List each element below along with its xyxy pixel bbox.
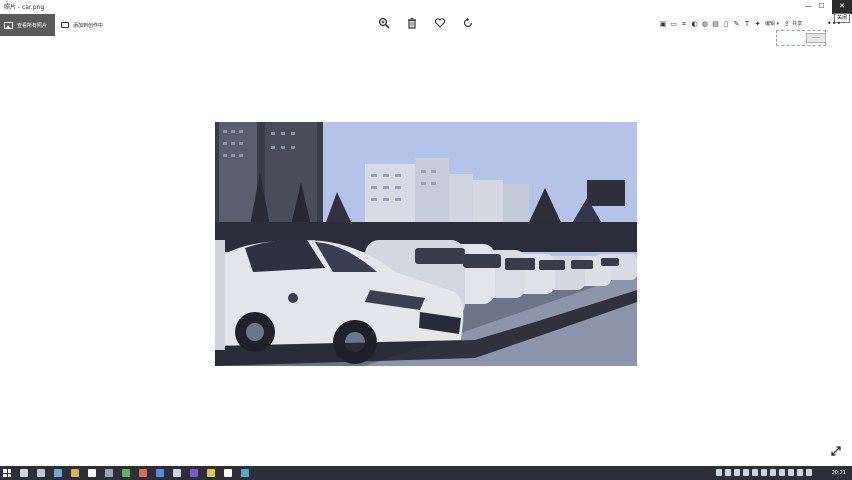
edit-label: 编辑 — [765, 21, 776, 27]
start-button[interactable] — [3, 469, 11, 477]
add-to-creation-button[interactable]: 添加到创作中 — [58, 14, 103, 36]
title-bar: 照片 - car.png — ☐ ✕ — [0, 0, 852, 14]
delete-button[interactable] — [405, 17, 419, 31]
tray-icon[interactable] — [725, 469, 731, 476]
edit-menu[interactable]: 编辑 ▾ — [763, 18, 781, 30]
add-to-creation-label: 添加到创作中 — [73, 22, 104, 29]
windows-logo-tile — [7, 469, 11, 473]
battery-icon[interactable]: ▯ — [721, 18, 731, 30]
photos-app-window: 照片 - car.png — ☐ ✕ 关闭 查看所有照片 添加到创作中 ▣ ▭ … — [0, 0, 852, 480]
share-label[interactable]: 共享 — [792, 18, 802, 30]
volume-icon[interactable] — [797, 469, 803, 476]
tray-icon[interactable] — [761, 469, 767, 476]
draw-icon[interactable]: ✎ — [732, 18, 742, 30]
image-icon[interactable]: ▤ — [711, 18, 721, 30]
minimize-button[interactable]: — — [802, 0, 815, 13]
tray-icon[interactable] — [734, 469, 740, 476]
compare-icon[interactable]: ▭ — [669, 18, 679, 30]
mail-taskbar-icon[interactable] — [88, 469, 96, 477]
taskbar-clock[interactable]: 20:21 — [832, 468, 846, 478]
text-icon[interactable]: T — [742, 18, 752, 30]
chevron-down-icon: ▾ — [775, 21, 780, 27]
favorite-button[interactable] — [433, 17, 447, 31]
window-title: 照片 - car.png — [4, 4, 45, 11]
car-photo-image — [215, 122, 637, 366]
ellipsis-icon: ••• — [827, 19, 842, 28]
tray-icon[interactable] — [779, 469, 785, 476]
share-icon[interactable]: ⇪ — [782, 18, 792, 30]
tray-icon[interactable] — [743, 469, 749, 476]
filter-icon[interactable]: ◍ — [700, 18, 710, 30]
app-taskbar-icon[interactable] — [139, 469, 147, 477]
system-tray — [716, 469, 812, 477]
expand-icon — [831, 446, 841, 456]
toolbar: 查看所有照片 添加到创作中 ▣ ▭ ⌗ ◐ ◍ ▤ ▯ ✎ T ✦ 编辑 ▾ ⇪… — [0, 14, 852, 36]
photos-taskbar-icon[interactable] — [224, 469, 232, 477]
windows-logo-tile — [3, 473, 7, 477]
view-all-photos-label: 查看所有照片 — [17, 22, 48, 29]
maximize-button[interactable]: ☐ — [815, 0, 828, 13]
more-options-button[interactable]: ••• — [827, 17, 841, 31]
app-taskbar-icon[interactable] — [241, 469, 249, 477]
app-taskbar-icon[interactable] — [190, 469, 198, 477]
adjust-icon[interactable]: ◐ — [690, 18, 700, 30]
overlay-chip: —— — [806, 33, 826, 43]
app-taskbar-icon[interactable] — [173, 469, 181, 477]
view-all-photos-button[interactable]: 查看所有照片 — [0, 14, 55, 36]
windows-logo-tile — [7, 473, 11, 477]
zoom-icon — [378, 17, 390, 29]
magic-icon[interactable]: ✦ — [753, 18, 763, 30]
app-taskbar-icon[interactable] — [122, 469, 130, 477]
close-button[interactable]: ✕ — [832, 0, 852, 14]
displayed-photo[interactable] — [215, 122, 637, 366]
taskbar: 20:21 — [0, 466, 852, 480]
app-taskbar-icon[interactable] — [156, 469, 164, 477]
add-creation-icon — [61, 22, 69, 28]
windows-logo-tile — [3, 469, 7, 473]
trash-icon — [408, 18, 416, 29]
photo-gallery-icon — [4, 21, 13, 29]
search-taskbar-icon[interactable] — [20, 469, 28, 477]
zoom-button[interactable] — [377, 17, 391, 31]
tray-icon[interactable] — [716, 469, 722, 476]
slideshow-icon[interactable]: ▣ — [658, 18, 668, 30]
tray-icon[interactable] — [752, 469, 758, 476]
crop-icon[interactable]: ⌗ — [679, 18, 689, 30]
store-taskbar-icon[interactable] — [105, 469, 113, 477]
task-view-icon[interactable] — [37, 469, 45, 477]
explorer-taskbar-icon[interactable] — [71, 469, 79, 477]
network-icon[interactable] — [806, 469, 812, 476]
rotate-button[interactable] — [461, 17, 475, 31]
tray-icon[interactable] — [770, 469, 776, 476]
right-toolbar: ▣ ▭ ⌗ ◐ ◍ ▤ ▯ ✎ T ✦ 编辑 ▾ ⇪ 共享 — [658, 18, 803, 30]
rotate-icon — [463, 17, 473, 28]
tray-icon[interactable] — [788, 469, 794, 476]
fullscreen-button[interactable] — [829, 445, 843, 459]
heart-icon — [434, 18, 446, 28]
app-taskbar-icon[interactable] — [207, 469, 215, 477]
edge-taskbar-icon[interactable] — [54, 469, 62, 477]
